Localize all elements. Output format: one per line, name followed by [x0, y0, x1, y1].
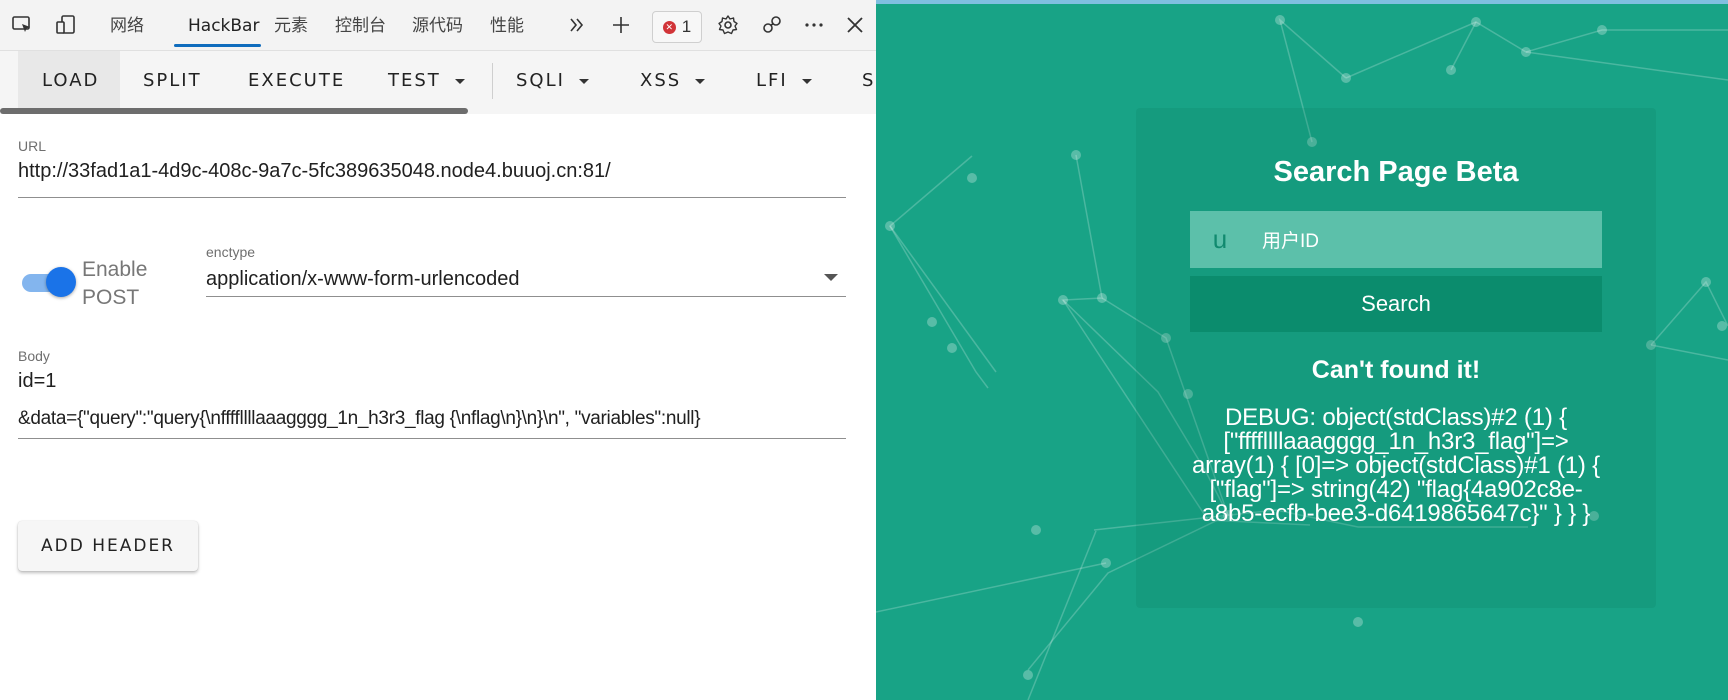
- chevron-down-icon: [454, 78, 465, 84]
- user-id-placeholder: 用户ID: [1262, 231, 1320, 252]
- result-heading: Can't found it!: [1311, 356, 1481, 384]
- debug-output: DEBUG: object(stdClass)#2 (1) { ["ffffll…: [1192, 404, 1600, 527]
- sqli-menu-label: SQLI: [516, 70, 565, 91]
- body-line-1[interactable]: id=1: [18, 370, 56, 393]
- load-button[interactable]: LOAD: [42, 51, 99, 111]
- split-button[interactable]: SPLIT: [143, 51, 202, 111]
- lfi-menu-label: LFI: [756, 70, 788, 91]
- settings-gear-icon[interactable]: [714, 11, 742, 39]
- execute-button[interactable]: EXECUTE: [248, 51, 345, 111]
- body-line-2[interactable]: &data={"query":"query{\nffffllllaaagggg_…: [18, 408, 701, 430]
- error-count-badge[interactable]: ✕ 1: [652, 11, 702, 43]
- body-underline: [18, 438, 846, 439]
- more-tabs-icon[interactable]: [563, 11, 591, 39]
- enable-post-label: Enable POST: [82, 258, 148, 309]
- active-tab-indicator: [174, 44, 261, 47]
- devtools-tabbar: 网络 HackBar 元素 控制台 源代码 性能 ✕ 1: [0, 0, 876, 51]
- devtools-panel: 网络 HackBar 元素 控制台 源代码 性能 ✕ 1 LOAD SPLIT …: [0, 0, 876, 700]
- tab-console[interactable]: 控制台: [335, 0, 386, 48]
- chevron-down-icon: [801, 78, 812, 84]
- toolbar-divider: [492, 63, 493, 99]
- add-tab-icon[interactable]: [607, 11, 635, 39]
- close-icon[interactable]: [841, 11, 869, 39]
- test-menu-label: TEST: [388, 70, 441, 91]
- chevron-down-icon: [578, 78, 589, 84]
- hackbar-toolbar: LOAD SPLIT EXECUTE TEST SQLI XSS LFI S: [0, 51, 876, 114]
- enctype-label: enctype: [206, 244, 256, 260]
- web-page: Search Page Beta u 用户ID Search Can't fou…: [876, 0, 1728, 700]
- post-toggle-switch[interactable]: [46, 267, 76, 297]
- body-label: Body: [18, 348, 50, 364]
- tab-sources[interactable]: 源代码: [412, 0, 463, 48]
- page-title: Search Page Beta: [1273, 156, 1519, 188]
- toolbar-scrollbar[interactable]: [0, 108, 468, 114]
- connect-devices-icon[interactable]: [758, 11, 786, 39]
- error-count: 1: [681, 17, 692, 36]
- tab-hackbar[interactable]: HackBar: [188, 0, 259, 48]
- user-id-input[interactable]: u 用户ID: [1190, 211, 1602, 268]
- enctype-underline: [206, 296, 846, 297]
- tab-performance[interactable]: 性能: [490, 0, 524, 48]
- xss-menu-label: XSS: [640, 70, 682, 91]
- sqli-menu-button[interactable]: SQLI: [516, 51, 589, 111]
- add-header-button[interactable]: ADD HEADER: [18, 521, 198, 571]
- device-emulation-icon[interactable]: [52, 11, 80, 39]
- tab-network[interactable]: 网络: [110, 0, 144, 48]
- inspect-element-icon[interactable]: [8, 11, 36, 39]
- more-menu-button[interactable]: S: [862, 51, 876, 111]
- enctype-select[interactable]: application/x-www-form-urlencoded: [206, 268, 519, 291]
- tab-elements[interactable]: 元素: [274, 0, 308, 48]
- dropdown-arrow-icon[interactable]: [824, 274, 838, 281]
- chevron-down-icon: [695, 78, 706, 84]
- error-icon: ✕: [662, 20, 676, 34]
- xss-menu-button[interactable]: XSS: [640, 51, 706, 111]
- lfi-menu-button[interactable]: LFI: [756, 51, 812, 111]
- search-button[interactable]: Search: [1190, 276, 1602, 332]
- url-underline: [18, 197, 846, 198]
- url-label: URL: [18, 138, 47, 154]
- test-menu-button[interactable]: TEST: [388, 51, 465, 111]
- more-options-icon[interactable]: [800, 11, 828, 39]
- user-icon: u: [1212, 224, 1228, 254]
- url-input[interactable]: http://33fad1a1-4d9c-408c-9a7c-5fc389635…: [18, 160, 611, 183]
